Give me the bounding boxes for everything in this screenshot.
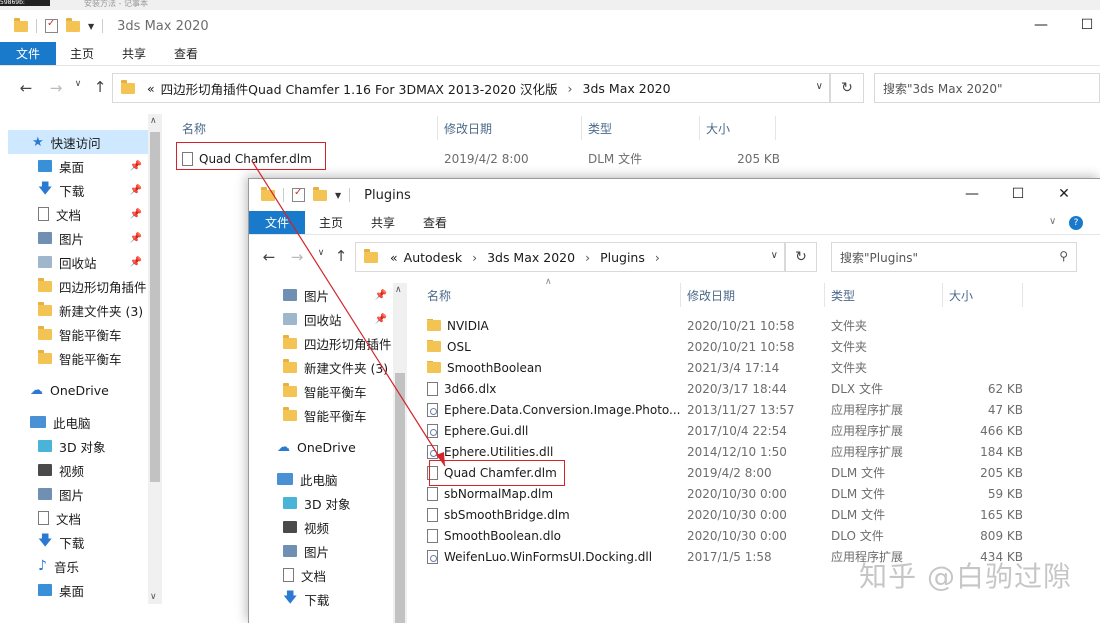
arrow-line xyxy=(251,160,446,467)
drag-arrow xyxy=(251,160,446,467)
watermark: 知乎 @白驹过隙 xyxy=(859,560,1072,593)
